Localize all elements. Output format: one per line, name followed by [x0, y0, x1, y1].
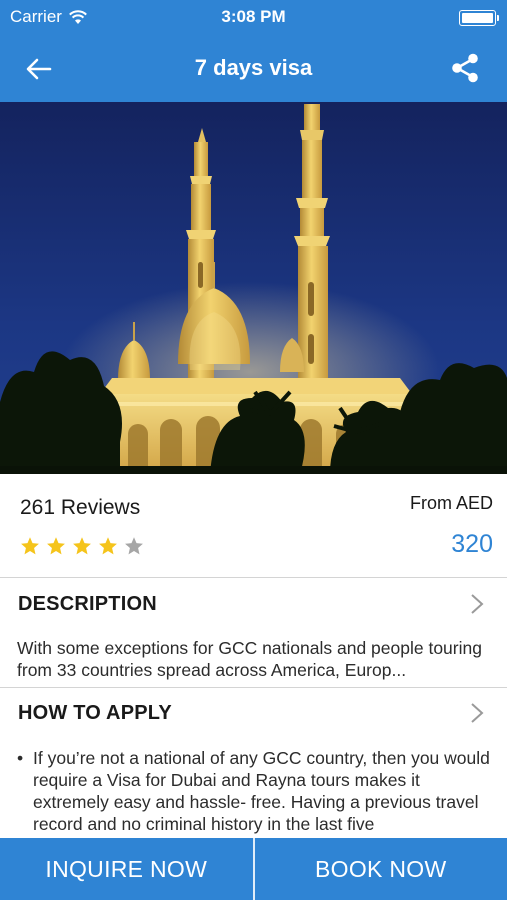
chevron-right-icon[interactable] [469, 701, 485, 725]
share-icon [452, 53, 478, 83]
inquire-now-button[interactable]: INQUIRE NOW [0, 838, 253, 900]
star-filled-icon [73, 537, 91, 555]
status-time: 3:08 PM [221, 7, 286, 26]
top-bar: Carrier 3:08 PM 7 days visa [0, 0, 507, 102]
star-filled-icon [21, 537, 39, 555]
book-now-button[interactable]: BOOK NOW [255, 838, 507, 900]
hero-image [0, 102, 507, 474]
tour-summary: 261 Reviews From AED 320 [0, 474, 507, 578]
share-button[interactable] [447, 50, 483, 86]
how-to-apply-paragraph: If you’re not a national of any GCC coun… [33, 748, 490, 834]
how-to-apply-text: • If you’re not a national of any GCC co… [17, 747, 499, 835]
bottom-action-bar: INQUIRE NOW BOOK NOW [0, 838, 507, 900]
navigation-bar: 7 days visa [0, 36, 507, 102]
description-section[interactable]: DESCRIPTION With some exceptions for GCC… [0, 579, 507, 688]
button-divider [252, 838, 255, 900]
how-to-apply-section[interactable]: HOW TO APPLY • If you’re not a national … [0, 689, 507, 839]
price-value: 320 [451, 530, 493, 558]
reviews-count[interactable]: 261 Reviews [20, 496, 140, 520]
bullet-marker: • [17, 748, 24, 768]
description-heading: DESCRIPTION [18, 593, 157, 615]
mosque-photo [0, 102, 507, 474]
star-filled-icon [99, 537, 117, 555]
star-filled-icon [47, 537, 65, 555]
price-label: From AED [409, 493, 493, 513]
page-title: 7 days visa [194, 55, 313, 80]
battery-icon [459, 10, 499, 26]
description-text: With some exceptions for GCC nationals a… [17, 638, 482, 680]
status-bar: Carrier 3:08 PM [0, 0, 507, 36]
star-rating [20, 536, 144, 556]
star-empty-icon [125, 537, 143, 555]
how-to-apply-heading: HOW TO APPLY [18, 702, 172, 724]
chevron-right-icon[interactable] [469, 592, 485, 616]
